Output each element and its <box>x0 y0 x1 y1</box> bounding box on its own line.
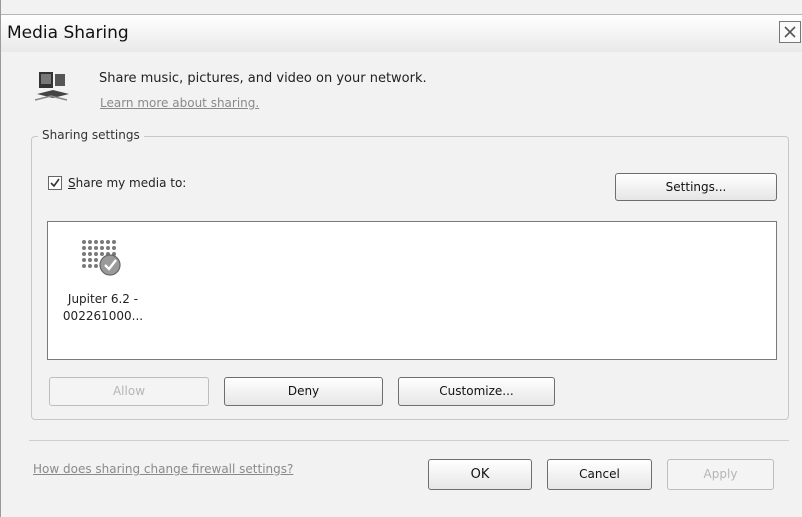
share-media-label-accel: S <box>68 176 76 190</box>
ok-button[interactable]: OK <box>428 459 532 490</box>
allowed-device-icon <box>82 240 121 276</box>
customize-button[interactable]: Customize... <box>398 377 555 406</box>
sharing-settings-legend: Sharing settings <box>38 128 144 142</box>
device-list[interactable]: Jupiter 6.2 - 002261000... <box>47 221 777 360</box>
learn-more-link[interactable]: Learn more about sharing. <box>100 96 259 110</box>
share-media-label[interactable]: Share my media to: <box>68 176 186 190</box>
apply-button[interactable]: Apply <box>667 459 774 490</box>
media-network-icon <box>34 72 69 101</box>
device-name: Jupiter 6.2 - 002261000... <box>58 291 148 325</box>
device-name-line1: Jupiter 6.2 - <box>67 292 139 306</box>
deny-button[interactable]: Deny <box>224 377 383 406</box>
firewall-help-link[interactable]: How does sharing change firewall setting… <box>33 462 293 476</box>
checkmark-icon <box>50 178 60 188</box>
share-media-checkbox[interactable] <box>48 176 62 190</box>
settings-button[interactable]: Settings... <box>615 173 777 201</box>
cancel-button[interactable]: Cancel <box>547 459 652 490</box>
sharing-description: Share music, pictures, and video on your… <box>99 71 427 86</box>
device-name-line2: 002261000... <box>62 309 144 323</box>
close-button[interactable] <box>779 21 801 43</box>
media-sharing-dialog: Media Sharing Share music, pictures, and… <box>0 0 802 517</box>
allow-button[interactable]: Allow <box>49 377 209 406</box>
share-media-label-rest: hare my media to: <box>75 176 187 190</box>
footer-separator <box>29 440 789 441</box>
title-bar: Media Sharing <box>1 14 802 52</box>
window-title: Media Sharing <box>7 23 129 43</box>
close-icon <box>784 26 796 38</box>
